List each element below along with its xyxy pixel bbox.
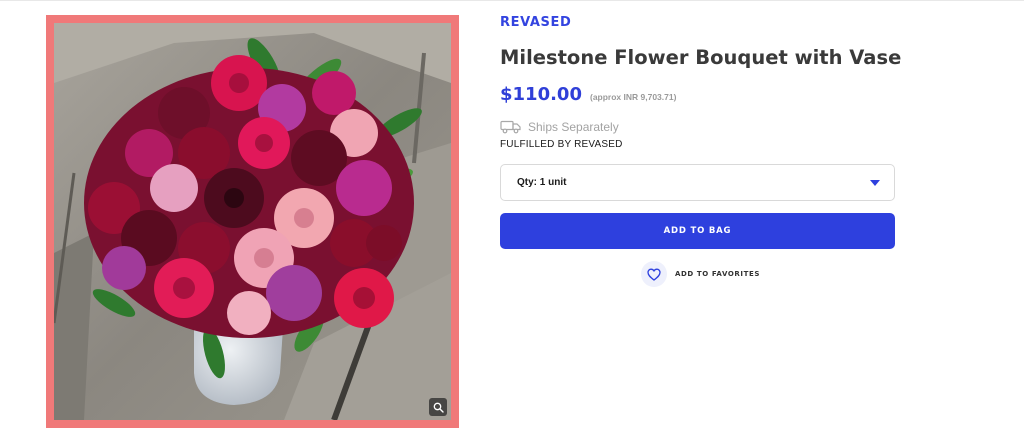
truck-icon — [500, 120, 521, 134]
magnifier-icon — [433, 402, 444, 413]
add-to-favorites-button[interactable]: ADD TO FAVORITES — [641, 261, 760, 287]
chevron-down-icon — [870, 179, 880, 186]
ships-separately-label: Ships Separately — [528, 120, 619, 134]
heart-icon — [647, 268, 661, 281]
brand-name[interactable]: REVASED — [500, 15, 571, 30]
favorite-icon-wrap — [641, 261, 667, 287]
top-divider — [0, 0, 1024, 1]
quantity-value: Qty: 1 unit — [517, 177, 567, 188]
shipping-info: Ships Separately — [500, 120, 619, 134]
product-price: $110.00 — [500, 84, 582, 105]
product-photo[interactable] — [54, 23, 451, 420]
price-approx: (approx INR 9,703.71) — [589, 92, 677, 102]
quantity-select[interactable]: Qty: 1 unit — [500, 164, 895, 201]
favorites-label: ADD TO FAVORITES — [675, 270, 760, 278]
add-to-bag-button[interactable]: ADD TO BAG — [500, 213, 895, 249]
zoom-button[interactable] — [429, 398, 447, 416]
fulfilled-by-label: FULFILLED BY REVASED — [500, 139, 623, 150]
product-title: Milestone Flower Bouquet with Vase — [500, 46, 902, 69]
price-row: $110.00 (approx INR 9,703.71) — [500, 84, 676, 105]
product-image-frame — [46, 15, 459, 428]
